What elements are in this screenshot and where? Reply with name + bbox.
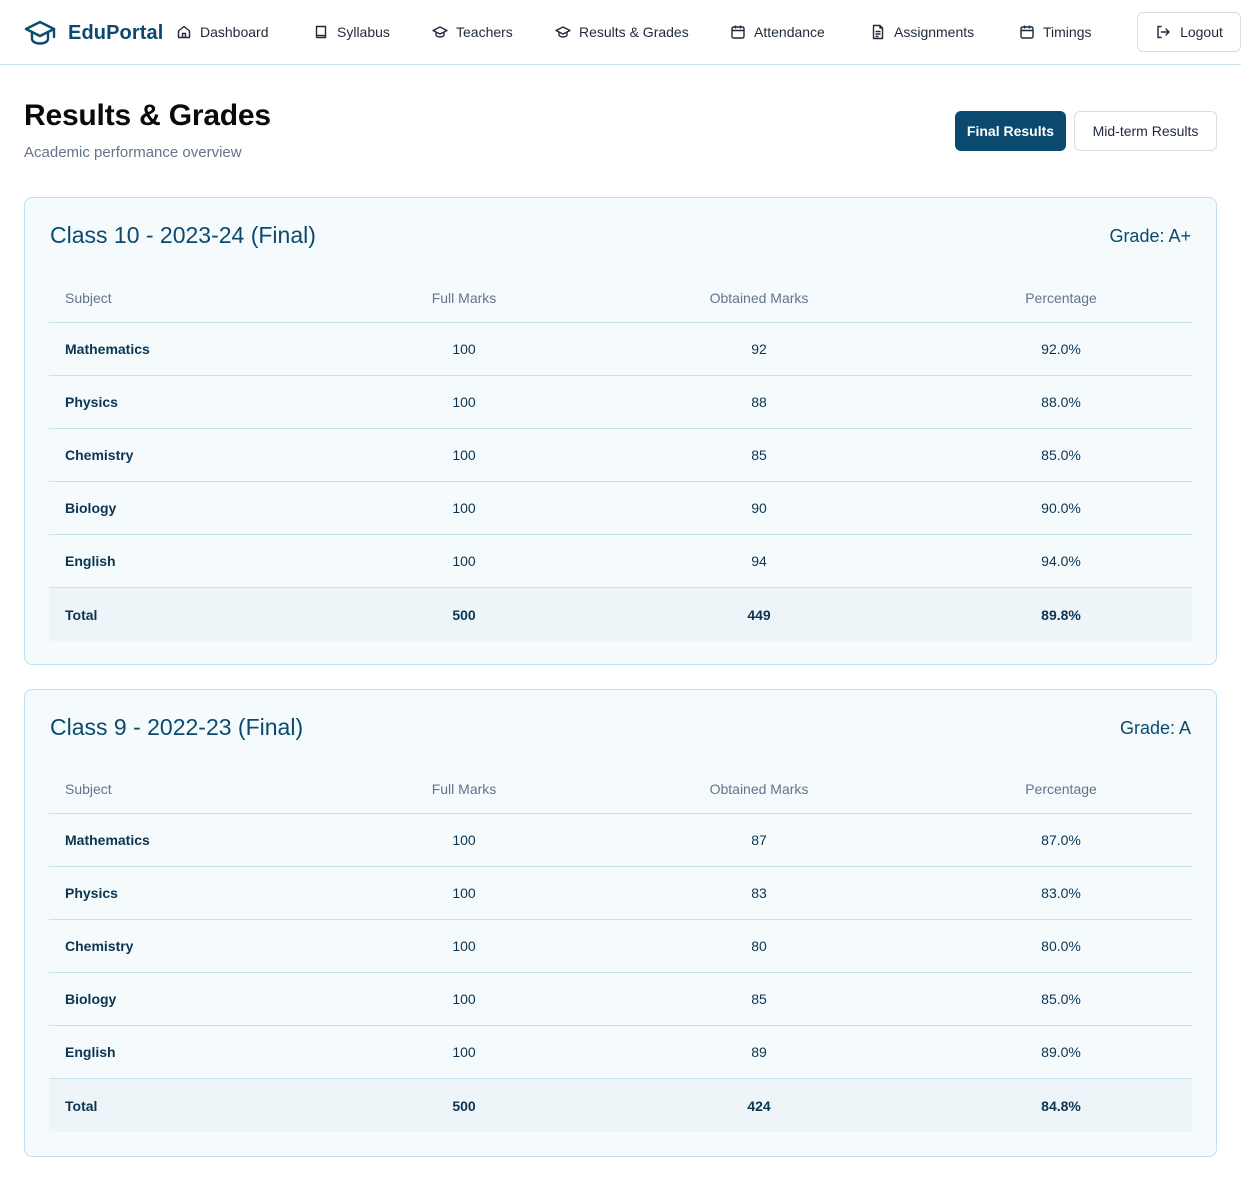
- table-row: Biology 100 90 90.0%: [49, 482, 1192, 535]
- final-results-button[interactable]: Final Results: [955, 111, 1066, 151]
- brand-logo[interactable]: EduPortal: [24, 18, 163, 48]
- table-header-row: Subject Full Marks Obtained Marks Percen…: [49, 274, 1192, 323]
- subject-cell: Chemistry: [65, 938, 134, 954]
- graduation-cap-icon: [24, 20, 56, 45]
- midterm-results-button[interactable]: Mid-term Results: [1074, 111, 1217, 151]
- page-subtitle: Academic performance overview: [24, 144, 242, 161]
- result-card-title: Class 9 - 2022-23 (Final): [50, 714, 304, 740]
- nav-label: Timings: [1043, 24, 1092, 40]
- table-header-row: Subject Full Marks Obtained Marks Percen…: [49, 765, 1192, 814]
- brand-name: EduPortal: [68, 21, 164, 44]
- subject-cell: English: [65, 1044, 116, 1060]
- table-total-row: Total 500 449 89.8%: [49, 588, 1192, 641]
- nav-item-syllabus[interactable]: Syllabus: [313, 20, 390, 44]
- top-navbar: EduPortal Dashboard Syllabus Teachers Re…: [0, 0, 1241, 65]
- subject-cell: Physics: [65, 885, 118, 901]
- graduation-cap-icon: [432, 26, 448, 38]
- subject-cell: Mathematics: [65, 341, 150, 357]
- table-row: Biology 100 85 85.0%: [49, 973, 1192, 1026]
- table-row: Physics 100 88 88.0%: [49, 376, 1192, 429]
- nav-label: Results & Grades: [579, 24, 689, 40]
- subject-cell: English: [65, 553, 116, 569]
- nav-item-timings[interactable]: Timings: [1019, 20, 1092, 44]
- graduation-cap-icon: [555, 26, 571, 38]
- logout-button[interactable]: Logout: [1137, 12, 1241, 52]
- nav-item-assignments[interactable]: Assignments: [870, 20, 974, 44]
- table-row: English 100 89 89.0%: [49, 1026, 1192, 1079]
- table-row: Chemistry 100 85 85.0%: [49, 429, 1192, 482]
- column-header-subject: Subject: [65, 290, 112, 306]
- table-row: English 100 94 94.0%: [49, 535, 1192, 588]
- nav-item-results-grades[interactable]: Results & Grades: [555, 20, 689, 44]
- subject-cell: Chemistry: [65, 447, 134, 463]
- nav-item-teachers[interactable]: Teachers: [432, 20, 513, 44]
- subject-cell: Physics: [65, 394, 118, 410]
- result-card: Class 9 - 2022-23 (Final) Grade: A Subje…: [24, 689, 1217, 1157]
- nav-item-dashboard[interactable]: Dashboard: [176, 20, 269, 44]
- nav-label: Attendance: [754, 24, 825, 40]
- logout-icon: [1157, 25, 1170, 39]
- calendar-icon: [1020, 25, 1034, 39]
- column-header-subject: Subject: [65, 781, 112, 797]
- calendar-icon: [731, 25, 745, 39]
- logout-label: Logout: [1180, 24, 1223, 40]
- subject-cell: Biology: [65, 500, 117, 516]
- subject-cell: Biology: [65, 991, 117, 1007]
- home-icon: [177, 25, 191, 39]
- grade-badge: Grade: A+: [1109, 226, 1191, 246]
- result-card: Class 10 - 2023-24 (Final) Grade: A+ Sub…: [24, 197, 1217, 665]
- nav-item-attendance[interactable]: Attendance: [730, 20, 825, 44]
- file-text-icon: [872, 24, 884, 40]
- book-icon: [315, 25, 327, 39]
- nav-label: Syllabus: [337, 24, 390, 40]
- table-row: Physics 100 83 83.0%: [49, 867, 1192, 920]
- total-label-cell: Total: [65, 1097, 98, 1114]
- page-title: Results & Grades: [24, 99, 271, 132]
- nav-label: Dashboard: [200, 24, 269, 40]
- result-card-title: Class 10 - 2023-24 (Final): [50, 222, 316, 248]
- subject-cell: Mathematics: [65, 832, 150, 848]
- table-total-row: Total 500 424 84.8%: [49, 1079, 1192, 1132]
- nav-label: Teachers: [456, 24, 513, 40]
- nav-label: Assignments: [894, 24, 975, 40]
- results-table: Subject Full Marks Obtained Marks Percen…: [49, 274, 1192, 641]
- table-row: Mathematics 100 87 87.0%: [49, 814, 1192, 867]
- results-table: Subject Full Marks Obtained Marks Percen…: [49, 765, 1192, 1132]
- table-row: Chemistry 100 80 80.0%: [49, 920, 1192, 973]
- grade-badge: Grade: A: [1119, 718, 1191, 738]
- total-label-cell: Total: [65, 606, 98, 623]
- table-row: Mathematics 100 92 92.0%: [49, 323, 1192, 376]
